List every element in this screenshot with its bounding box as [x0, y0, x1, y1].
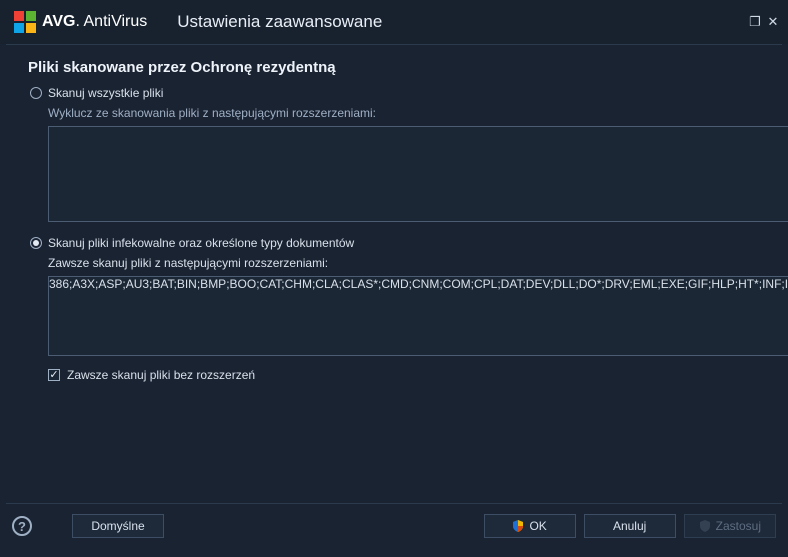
content-panel: Pliki skanowane przez Ochronę rezydentną… — [6, 55, 788, 503]
apply-button[interactable]: Zastosuj — [684, 514, 776, 538]
cancel-button[interactable]: Anuluj — [584, 514, 676, 538]
ok-button[interactable]: OK — [484, 514, 576, 538]
checkbox-icon: ✓ — [48, 369, 60, 381]
window-title: Ustawienia zaawansowane — [177, 12, 382, 32]
shield-icon — [699, 520, 711, 532]
radio-scan-all[interactable]: Skanuj wszystkie pliki — [30, 86, 788, 100]
radio-label: Skanuj pliki infekowalne oraz określone … — [48, 236, 354, 250]
radio-label: Skanuj wszystkie pliki — [48, 86, 163, 100]
always-scan-label: Zawsze skanuj pliki z następującymi rozs… — [48, 256, 788, 270]
app-logo: AVG. AntiVirus — [14, 11, 147, 33]
radio-scan-infectable[interactable]: Skanuj pliki infekowalne oraz określone … — [30, 236, 788, 250]
help-icon[interactable]: ? — [12, 516, 32, 536]
checkbox-label: Zawsze skanuj pliki bez rozszerzeń — [67, 368, 255, 382]
footer-bar: ? Domyślne OK Anuluj Zastosuj — [6, 503, 782, 548]
maximize-icon[interactable]: ❐ — [748, 15, 762, 29]
brand-text: AVG. AntiVirus — [42, 13, 147, 31]
exclude-extensions-input[interactable]: ▲ ▼ — [48, 126, 788, 222]
title-bar: AVG. AntiVirus Ustawienia zaawansowane ❐… — [0, 0, 788, 44]
close-icon[interactable]: ✕ — [766, 15, 780, 29]
shield-icon — [512, 520, 524, 532]
always-scan-extensions-input[interactable]: 386;A3X;ASP;AU3;BAT;BIN;BMP;BOO;CAT;CHM;… — [48, 276, 788, 356]
radio-icon — [30, 87, 42, 99]
default-button[interactable]: Domyślne — [72, 514, 164, 538]
avg-logo-icon — [14, 11, 36, 33]
exclude-label: Wyklucz ze skanowania pliki z następując… — [48, 106, 788, 120]
checkbox-scan-noext[interactable]: ✓ Zawsze skanuj pliki bez rozszerzeń — [48, 368, 788, 382]
radio-icon — [30, 237, 42, 249]
section-heading: Pliki skanowane przez Ochronę rezydentną — [28, 59, 788, 76]
